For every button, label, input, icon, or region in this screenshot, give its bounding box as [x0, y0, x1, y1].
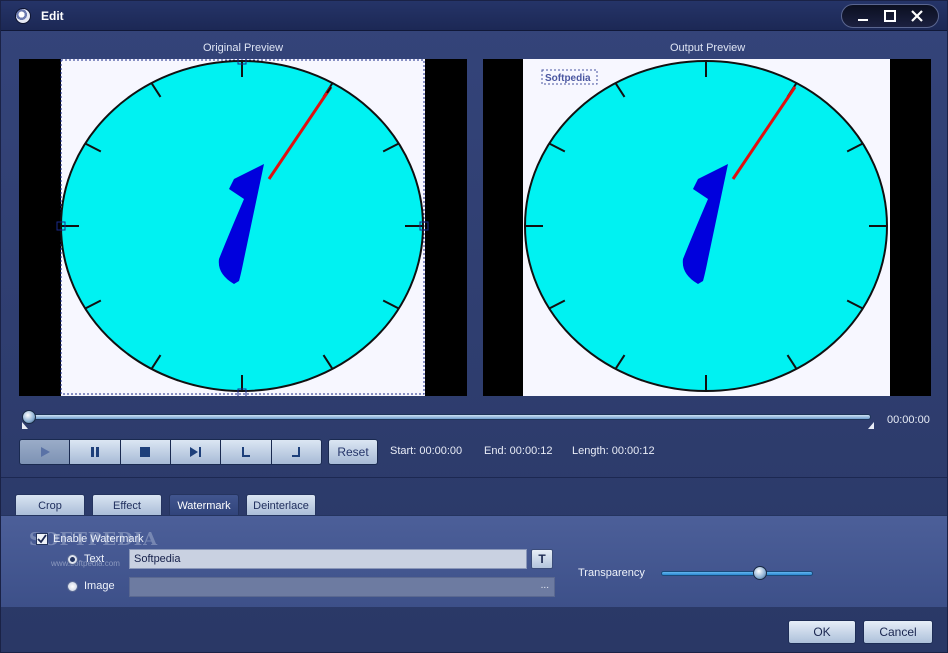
set-start-button[interactable]	[221, 440, 272, 464]
play-icon	[40, 447, 50, 457]
maximize-button[interactable]	[880, 10, 900, 22]
browse-image-button[interactable]: ...	[541, 580, 549, 591]
current-time: 00:00:00	[887, 414, 930, 426]
font-icon: T	[538, 552, 546, 566]
end-time: End: 00:00:12	[484, 445, 553, 457]
start-marker-icon[interactable]	[21, 422, 29, 430]
checkmark-icon	[37, 534, 47, 544]
set-start-icon	[241, 447, 250, 457]
minimize-button[interactable]	[853, 10, 873, 22]
cancel-button[interactable]: Cancel	[863, 620, 933, 644]
next-frame-button[interactable]	[170, 440, 222, 464]
end-marker-icon[interactable]	[867, 422, 875, 430]
title-bar[interactable]: Edit	[1, 1, 947, 31]
output-clock-frame: Softpedia	[523, 59, 890, 396]
image-option-label: Image	[84, 580, 115, 592]
output-clock-face	[524, 60, 888, 392]
output-preview-label: Output Preview	[670, 42, 746, 54]
enable-watermark-checkbox[interactable]	[36, 533, 48, 545]
edit-window: Edit Original Preview Output Preview Sof…	[0, 0, 948, 653]
pause-button[interactable]	[70, 440, 121, 464]
image-option-radio[interactable]	[67, 581, 78, 592]
watermark-text-input[interactable]	[129, 549, 527, 569]
start-time: Start: 00:00:00	[390, 445, 463, 457]
tab-watermark[interactable]: Watermark	[169, 494, 239, 516]
original-clock-frame	[56, 59, 429, 396]
length-time: Length: 00:00:12	[572, 445, 655, 457]
output-watermark-text: Softpedia	[545, 73, 591, 84]
close-icon	[910, 10, 923, 22]
tab-crop[interactable]: Crop	[15, 494, 85, 516]
stop-icon	[140, 447, 151, 457]
app-film-reel-icon	[15, 8, 31, 24]
ok-button[interactable]: OK	[788, 620, 856, 644]
close-button[interactable]	[907, 10, 927, 22]
transport-controls	[19, 439, 322, 465]
tab-deinterlace[interactable]: Deinterlace	[246, 494, 316, 516]
original-preview[interactable]	[19, 59, 467, 396]
section-divider	[1, 477, 947, 478]
watermark-image-path-field[interactable]: ...	[129, 577, 555, 597]
window-controls	[841, 4, 939, 28]
enable-watermark-label: Enable Watermark	[53, 533, 144, 545]
font-settings-button[interactable]: T	[531, 549, 553, 569]
set-end-button[interactable]	[271, 440, 321, 464]
tab-effect[interactable]: Effect	[92, 494, 162, 516]
minimize-icon	[858, 19, 869, 21]
next-frame-icon	[189, 447, 201, 457]
stop-button[interactable]	[120, 440, 171, 464]
transparency-slider[interactable]	[661, 571, 813, 576]
pause-icon	[90, 447, 99, 457]
clock-face	[60, 60, 424, 392]
output-preview: Softpedia	[483, 59, 931, 396]
timeline-slider[interactable]	[29, 414, 871, 420]
reset-button[interactable]: Reset	[328, 439, 378, 465]
play-button[interactable]	[20, 440, 71, 464]
transparency-label: Transparency	[578, 567, 645, 579]
maximize-icon	[883, 10, 896, 22]
original-preview-label: Original Preview	[203, 42, 284, 54]
text-option-label: Text	[84, 553, 105, 565]
text-option-radio[interactable]	[67, 554, 78, 565]
set-end-icon	[292, 447, 301, 457]
transparency-thumb[interactable]	[752, 566, 767, 580]
window-title: Edit	[41, 9, 64, 23]
